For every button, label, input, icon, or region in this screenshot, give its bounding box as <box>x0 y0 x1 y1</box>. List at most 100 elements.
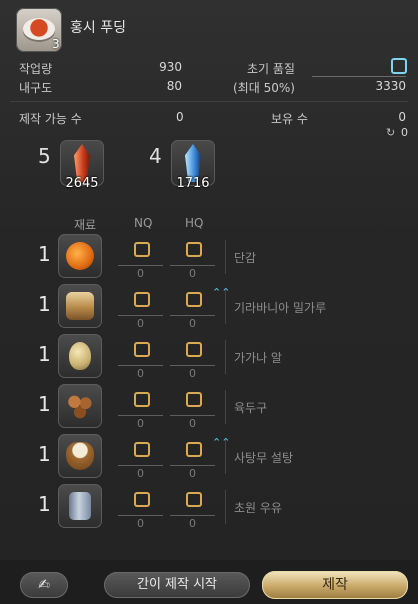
row-divider <box>225 490 226 524</box>
nq-count: 0 <box>137 467 144 480</box>
col-material: 재료 <box>74 218 97 232</box>
nq-checkbox[interactable] <box>134 442 150 457</box>
hq-count: 0 <box>189 317 196 330</box>
pudding-icon <box>23 18 55 40</box>
nq-checkbox[interactable] <box>134 342 150 357</box>
progress-label: 작업량 <box>19 62 53 76</box>
nq-count: 0 <box>137 367 144 380</box>
crystal-need: 5 <box>38 144 51 168</box>
material-need: 1 <box>38 292 51 316</box>
nq-checkbox[interactable] <box>134 392 150 407</box>
owned-label: 보유 수 <box>271 112 308 126</box>
material-slot[interactable] <box>58 334 102 378</box>
synthesize-button[interactable]: 제작 <box>262 571 408 599</box>
craftable-value: 0 <box>176 110 184 124</box>
row-divider <box>225 290 226 324</box>
nq-divider <box>118 265 163 266</box>
material-need: 1 <box>38 442 51 466</box>
material-slot[interactable] <box>58 234 102 278</box>
material-slot[interactable] <box>58 484 102 528</box>
material-row: 1 ⌃⌃ 0 0 기라바니아 밀가루 <box>0 284 418 334</box>
hq-divider <box>170 465 215 466</box>
hq-checkbox[interactable] <box>186 342 202 357</box>
yield-badge: 3 <box>52 37 60 51</box>
row-divider <box>225 340 226 374</box>
col-nq: NQ <box>134 216 153 230</box>
nq-divider <box>118 365 163 366</box>
material-name: 가가나 알 <box>234 351 282 365</box>
nq-count: 0 <box>137 417 144 430</box>
divider <box>10 101 408 102</box>
max-quality-value: 3330 <box>375 79 406 93</box>
hq-checkbox[interactable] <box>186 292 202 307</box>
persimmon-icon <box>66 242 94 270</box>
hq-divider <box>170 415 215 416</box>
milk-can-icon <box>69 492 91 520</box>
hq-divider <box>170 315 215 316</box>
material-slot[interactable] <box>58 384 102 428</box>
flour-sack-icon <box>66 292 94 320</box>
material-name: 사탕무 설탕 <box>234 451 294 465</box>
owned-sub-value: 0 <box>401 126 408 139</box>
material-row: 1 0 0 육두구 <box>0 384 418 434</box>
hq-divider <box>170 365 215 366</box>
row-divider <box>225 240 226 274</box>
hq-count: 0 <box>189 517 196 530</box>
book-hand-icon: ✍ <box>38 577 50 593</box>
quick-synthesis-button[interactable]: 간이 제작 시작 <box>104 572 250 598</box>
col-hq: HQ <box>185 216 204 230</box>
hq-count: 0 <box>189 367 196 380</box>
nq-checkbox[interactable] <box>134 292 150 307</box>
initial-quality-label: 초기 품질 <box>247 62 295 76</box>
retainer-icon: ↻ <box>386 126 396 139</box>
nq-count: 0 <box>137 517 144 530</box>
material-slot[interactable] <box>58 434 102 478</box>
crafting-log-panel: 3 홍시 푸딩 작업량 930 내구도 80 초기 품질 (최대 50%) 33… <box>0 0 418 604</box>
crystal-have: 2645 <box>65 176 99 191</box>
item-name: 홍시 푸딩 <box>70 20 126 36</box>
material-need: 1 <box>38 392 51 416</box>
material-row: 1 0 0 단감 <box>0 234 418 284</box>
sugar-bowl-icon <box>66 442 94 470</box>
material-row: 1 0 0 가가나 알 <box>0 334 418 384</box>
nq-checkbox[interactable] <box>134 242 150 257</box>
hq-count: 0 <box>189 417 196 430</box>
hq-checkbox[interactable] <box>186 392 202 407</box>
hq-checkbox[interactable] <box>186 442 202 457</box>
craftable-label: 제작 가능 수 <box>19 112 82 126</box>
egg-icon <box>69 342 91 370</box>
hq-available-icon: ⌃⌃ <box>212 286 231 299</box>
material-row: 1 0 0 초원 우유 <box>0 484 418 534</box>
nq-divider <box>118 465 163 466</box>
progress-value: 930 <box>159 60 182 74</box>
material-need: 1 <box>38 342 51 366</box>
nq-count: 0 <box>137 267 144 280</box>
recipe-note-button[interactable]: ✍ <box>20 572 68 598</box>
nq-checkbox[interactable] <box>134 492 150 507</box>
material-name: 기라바니아 밀가루 <box>234 301 327 315</box>
nq-divider <box>118 415 163 416</box>
material-name: 단감 <box>234 251 257 265</box>
nq-count: 0 <box>137 317 144 330</box>
hq-divider <box>170 265 215 266</box>
nq-divider <box>118 515 163 516</box>
hq-checkbox[interactable] <box>186 492 202 507</box>
row-divider <box>225 440 226 474</box>
quality-divider <box>312 76 406 77</box>
hq-checkbox[interactable] <box>186 242 202 257</box>
hq-count: 0 <box>189 467 196 480</box>
material-slot[interactable] <box>58 284 102 328</box>
hq-divider <box>170 515 215 516</box>
initial-quality-checkbox[interactable] <box>391 58 407 74</box>
material-name: 육두구 <box>234 401 268 415</box>
max-hq-text: (최대 50%) <box>233 81 295 95</box>
material-row: 1 ⌃⌃ 0 0 사탕무 설탕 <box>0 434 418 484</box>
material-name: 초원 우유 <box>234 501 282 515</box>
owned-value: 0 <box>398 110 406 124</box>
durability-value: 80 <box>166 79 182 93</box>
material-need: 1 <box>38 492 51 516</box>
hq-count: 0 <box>189 267 196 280</box>
crystal-have: 1716 <box>176 176 210 191</box>
durability-label: 내구도 <box>19 81 53 95</box>
row-divider <box>225 390 226 424</box>
